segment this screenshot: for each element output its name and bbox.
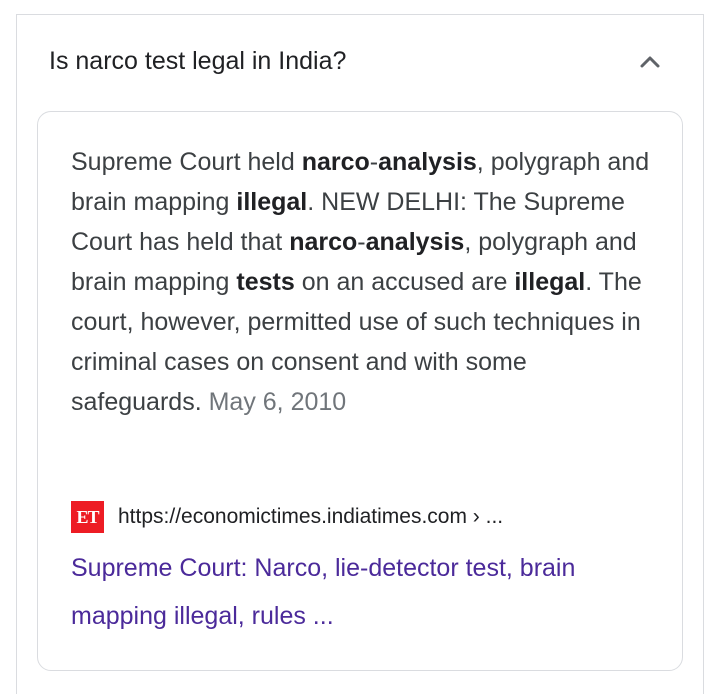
- snippet-highlight: illegal: [514, 268, 586, 296]
- question-text: Is narco test legal in India?: [49, 47, 347, 75]
- snippet-highlight: analysis: [365, 228, 465, 256]
- question-toggle[interactable]: Is narco test legal in India?: [17, 15, 703, 111]
- source-favicon: ET: [71, 501, 104, 533]
- source-url[interactable]: https://economictimes.indiatimes.com › .…: [118, 505, 503, 529]
- snippet-run: on an accused are: [294, 268, 515, 296]
- snippet-highlight: narco: [289, 228, 358, 256]
- answer-card: Supreme Court held narco-analysis, polyg…: [37, 111, 683, 671]
- snippet-run: -: [369, 148, 379, 176]
- snippet-highlight: illegal: [236, 188, 308, 216]
- answer-snippet: Supreme Court held narco-analysis, polyg…: [71, 142, 661, 422]
- result-title-link[interactable]: Supreme Court: Narco, lie-detector test,…: [71, 544, 661, 640]
- snippet-date: May 6, 2010: [208, 388, 347, 416]
- snippet-highlight: narco: [301, 148, 370, 176]
- snippet-text: Supreme Court held narco-analysis, polyg…: [71, 148, 649, 416]
- chevron-up-icon[interactable]: [639, 51, 661, 73]
- source-row[interactable]: ET https://economictimes.indiatimes.com …: [71, 500, 503, 534]
- snippet-run: Supreme Court held: [71, 148, 302, 176]
- snippet-highlight: tests: [236, 268, 295, 296]
- snippet-highlight: analysis: [378, 148, 477, 176]
- featured-snippet-card: Is narco test legal in India? Supreme Co…: [16, 14, 704, 694]
- snippet-run: -: [357, 228, 366, 256]
